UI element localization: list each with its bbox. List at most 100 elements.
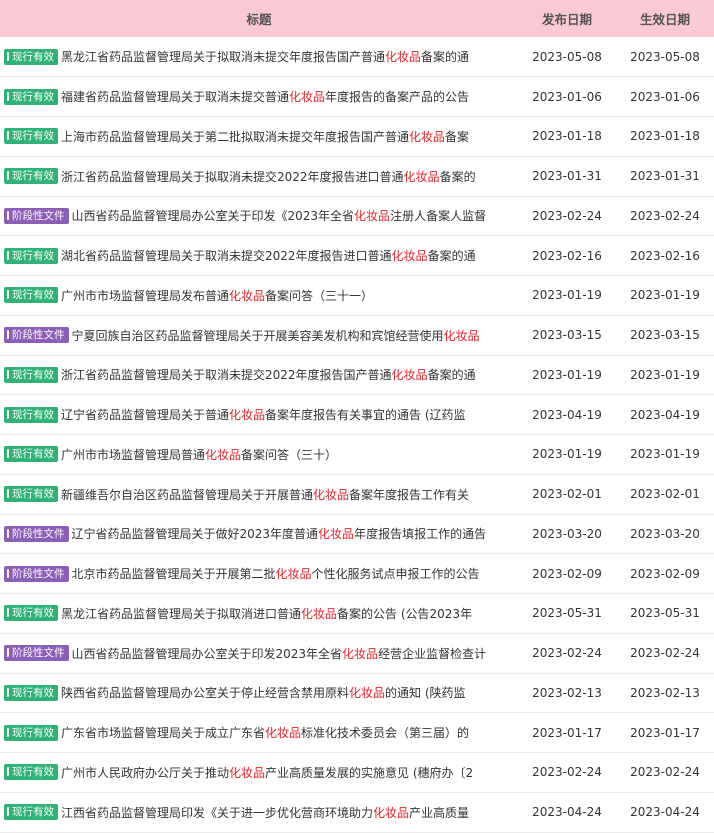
title-text-after: 产业高质量: [409, 805, 470, 820]
table-header: 标题 发布日期 生效日期: [0, 0, 714, 37]
title-keyword: 化妆品: [318, 527, 355, 542]
effective-date: 2023-01-19: [630, 447, 700, 462]
status-label: 现行有效: [12, 448, 54, 461]
status-bar-icon: [7, 131, 9, 141]
table-row: 阶段性文件 宁夏回族自治区药品监督管理局关于开展美容美发机构和宾馆经营使用化妆品 …: [0, 315, 714, 355]
title-cell: 现行有效 新疆维吾尔自治区药品监督管理局关于开展普通化妆品备案年度报告工作有关: [0, 474, 518, 514]
status-bar-icon: [7, 727, 9, 737]
title-cell: 现行有效 黑龙江省药品监督管理局关于拟取消进口普通化妆品备案的公告 (公告2023…: [0, 594, 518, 634]
regulation-title-link[interactable]: 黑龙江省药品监督管理局关于拟取消未提交年度报告国产普通化妆品备案的通: [61, 50, 469, 64]
status-label: 现行有效: [12, 488, 54, 501]
status-badge: 现行有效: [4, 48, 58, 65]
status-bar-icon: [7, 290, 9, 300]
regulation-title-link[interactable]: 江西省药品监督管理局印发《关于进一步优化营商环境助力化妆品产业高质量: [61, 806, 469, 820]
effective-date: 2023-01-19: [630, 288, 700, 303]
regulation-table: 标题 发布日期 生效日期 现行有效 黑龙江省药品监督管理局关于拟取消未提交年度报告…: [0, 0, 714, 833]
status-label: 现行有效: [12, 607, 54, 620]
regulation-title-link[interactable]: 广州市市场监督管理局发布普通化妆品备案问答（三十一）: [61, 289, 373, 303]
title-cell: 现行有效 广州市市场监督管理局发布普通化妆品备案问答（三十一）: [0, 276, 518, 316]
table-row: 现行有效 湖北省药品监督管理局关于取消未提交2022年度报告进口普通化妆品备案的通…: [0, 236, 714, 276]
title-cell: 现行有效 福建省药品监督管理局关于取消未提交普通化妆品年度报告的备案产品的公告: [0, 77, 518, 117]
title-cell: 现行有效 辽宁省药品监督管理局关于普通化妆品备案年度报告有关事宜的通告 (辽药监: [0, 395, 518, 435]
effective-date: 2023-01-19: [630, 367, 700, 382]
title-cell: 现行有效 陕西省药品监督管理局办公室关于停止经营含禁用原料化妆品的通知 (陕药监: [0, 673, 518, 713]
regulation-title-link[interactable]: 浙江省药品监督管理局关于拟取消未提交2022年度报告进口普通化妆品备案的: [61, 170, 476, 184]
regulation-title-link[interactable]: 广州市人民政府办公厅关于推动化妆品产业高质量发展的实施意见 (穗府办〔2: [61, 766, 473, 780]
effective-date: 2023-02-09: [630, 566, 700, 581]
title-cell: 现行有效 上海市药品监督管理局关于第二批拟取消未提交年度报告国产普通化妆品备案: [0, 117, 518, 157]
column-header-effective-date[interactable]: 生效日期: [616, 0, 714, 37]
regulation-title-link[interactable]: 湖北省药品监督管理局关于取消未提交2022年度报告进口普通化妆品备案的通: [61, 249, 476, 263]
title-text-after: 标准化技术委员会（第三届）的: [301, 726, 470, 741]
status-badge: 现行有效: [4, 605, 58, 622]
title-keyword: 化妆品: [205, 447, 242, 462]
title-keyword: 化妆品: [354, 209, 391, 224]
title-keyword: 化妆品: [409, 129, 446, 144]
title-text-after: 备案年度报告有关事宜的通告 (辽药监: [265, 408, 466, 423]
table-row: 阶段性文件 辽宁省药品监督管理局关于做好2023年度普通化妆品年度报告填报工作的通…: [0, 514, 714, 554]
regulation-title-link[interactable]: 辽宁省药品监督管理局关于普通化妆品备案年度报告有关事宜的通告 (辽药监: [61, 408, 466, 422]
title-text-before: 广州市市场监督管理局普通: [61, 447, 206, 462]
title-keyword: 化妆品: [373, 805, 410, 820]
regulation-title-link[interactable]: 宁夏回族自治区药品监督管理局关于开展美容美发机构和宾馆经营使用化妆品: [72, 329, 480, 343]
effective-date: 2023-02-13: [630, 685, 700, 700]
effective-date: 2023-03-15: [630, 328, 700, 343]
status-label: 现行有效: [12, 90, 54, 103]
title-cell: 阶段性文件 辽宁省药品监督管理局关于做好2023年度普通化妆品年度报告填报工作的通…: [0, 514, 518, 554]
status-label: 现行有效: [12, 408, 54, 421]
status-bar-icon: [7, 648, 9, 658]
column-header-title[interactable]: 标题: [0, 0, 518, 37]
status-label: 现行有效: [12, 766, 54, 779]
title-cell: 阶段性文件 山西省药品监督管理局办公室关于印发《2023年全省化妆品注册人备案人监…: [0, 196, 518, 236]
regulation-title-link[interactable]: 新疆维吾尔自治区药品监督管理局关于开展普通化妆品备案年度报告工作有关: [61, 488, 469, 502]
regulation-title-link[interactable]: 广东省市场监督管理局关于成立广东省化妆品标准化技术委员会（第三届）的: [61, 726, 469, 740]
status-label: 现行有效: [12, 726, 54, 739]
title-text-before: 新疆维吾尔自治区药品监督管理局关于开展普通: [61, 487, 314, 502]
title-text-after: 备案的公告 (公告2023年: [337, 606, 473, 621]
table-body: 现行有效 黑龙江省药品监督管理局关于拟取消未提交年度报告国产普通化妆品备案的通 2…: [0, 37, 714, 832]
publish-date: 2023-02-01: [532, 487, 602, 502]
title-text-before: 陕西省药品监督管理局办公室关于停止经营含禁用原料: [61, 686, 350, 701]
table-row: 现行有效 新疆维吾尔自治区药品监督管理局关于开展普通化妆品备案年度报告工作有关 2…: [0, 474, 714, 514]
regulation-title-link[interactable]: 福建省药品监督管理局关于取消未提交普通化妆品年度报告的备案产品的公告: [61, 90, 469, 104]
table-row: 现行有效 浙江省药品监督管理局关于取消未提交2022年度报告国产普通化妆品备案的通…: [0, 355, 714, 395]
effective-date: 2023-02-01: [630, 487, 700, 502]
status-bar-icon: [7, 369, 9, 379]
table-row: 现行有效 江西省药品监督管理局印发《关于进一步优化营商环境助力化妆品产业高质量 2…: [0, 792, 714, 832]
title-keyword: 化妆品: [289, 90, 326, 105]
status-label: 阶段性文件: [12, 647, 65, 660]
title-cell: 现行有效 浙江省药品监督管理局关于拟取消未提交2022年度报告进口普通化妆品备案的: [0, 156, 518, 196]
status-bar-icon: [7, 489, 9, 499]
title-keyword: 化妆品: [349, 686, 386, 701]
title-text-after: 备案的: [439, 169, 476, 184]
table-row: 现行有效 辽宁省药品监督管理局关于普通化妆品备案年度报告有关事宜的通告 (辽药监 …: [0, 395, 714, 435]
regulation-title-link[interactable]: 浙江省药品监督管理局关于取消未提交2022年度报告国产普通化妆品备案的通: [61, 368, 476, 382]
title-text-before: 山西省药品监督管理局办公室关于印发2023年全省: [71, 646, 343, 661]
regulation-title-link[interactable]: 山西省药品监督管理局办公室关于印发《2023年全省化妆品注册人备案人监督: [72, 209, 487, 223]
regulation-title-link[interactable]: 辽宁省药品监督管理局关于做好2023年度普通化妆品年度报告填报工作的通告: [72, 527, 487, 541]
regulation-title-link[interactable]: 黑龙江省药品监督管理局关于拟取消进口普通化妆品备案的公告 (公告2023年: [61, 607, 472, 621]
status-bar-icon: [7, 171, 9, 181]
table-row: 现行有效 浙江省药品监督管理局关于拟取消未提交2022年度报告进口普通化妆品备案的…: [0, 156, 714, 196]
status-badge: 阶段性文件: [4, 565, 69, 582]
title-text-after: 备案的通: [421, 50, 470, 65]
status-badge: 阶段性文件: [4, 645, 69, 662]
table-row: 现行有效 福建省药品监督管理局关于取消未提交普通化妆品年度报告的备案产品的公告 2…: [0, 77, 714, 117]
title-text-before: 北京市药品监督管理局关于开展第二批: [71, 567, 276, 582]
status-bar-icon: [7, 449, 9, 459]
publish-date: 2023-02-13: [532, 685, 602, 700]
status-badge: 阶段性文件: [4, 327, 69, 344]
regulation-title-link[interactable]: 上海市药品监督管理局关于第二批拟取消未提交年度报告国产普通化妆品备案: [61, 130, 469, 144]
status-label: 现行有效: [12, 50, 54, 63]
status-label: 阶段性文件: [12, 329, 65, 342]
regulation-title-link[interactable]: 陕西省药品监督管理局办公室关于停止经营含禁用原料化妆品的通知 (陕药监: [61, 686, 466, 700]
regulation-title-link[interactable]: 广州市市场监督管理局普通化妆品备案问答（三十）: [61, 448, 337, 462]
regulation-title-link[interactable]: 山西省药品监督管理局办公室关于印发2023年全省化妆品经营企业监督检查计: [72, 647, 487, 661]
status-label: 阶段性文件: [12, 209, 65, 222]
title-cell: 阶段性文件 山西省药品监督管理局办公室关于印发2023年全省化妆品经营企业监督检查…: [0, 633, 518, 673]
column-header-publish-date[interactable]: 发布日期: [518, 0, 616, 37]
regulation-title-link[interactable]: 北京市药品监督管理局关于开展第二批化妆品个性化服务试点申报工作的公告: [72, 567, 480, 581]
title-cell: 阶段性文件 宁夏回族自治区药品监督管理局关于开展美容美发机构和宾馆经营使用化妆品: [0, 315, 518, 355]
table-row: 现行有效 黑龙江省药品监督管理局关于拟取消未提交年度报告国产普通化妆品备案的通 2…: [0, 37, 714, 77]
table-row: 现行有效 广州市市场监督管理局发布普通化妆品备案问答（三十一） 2023-01-1…: [0, 276, 714, 316]
